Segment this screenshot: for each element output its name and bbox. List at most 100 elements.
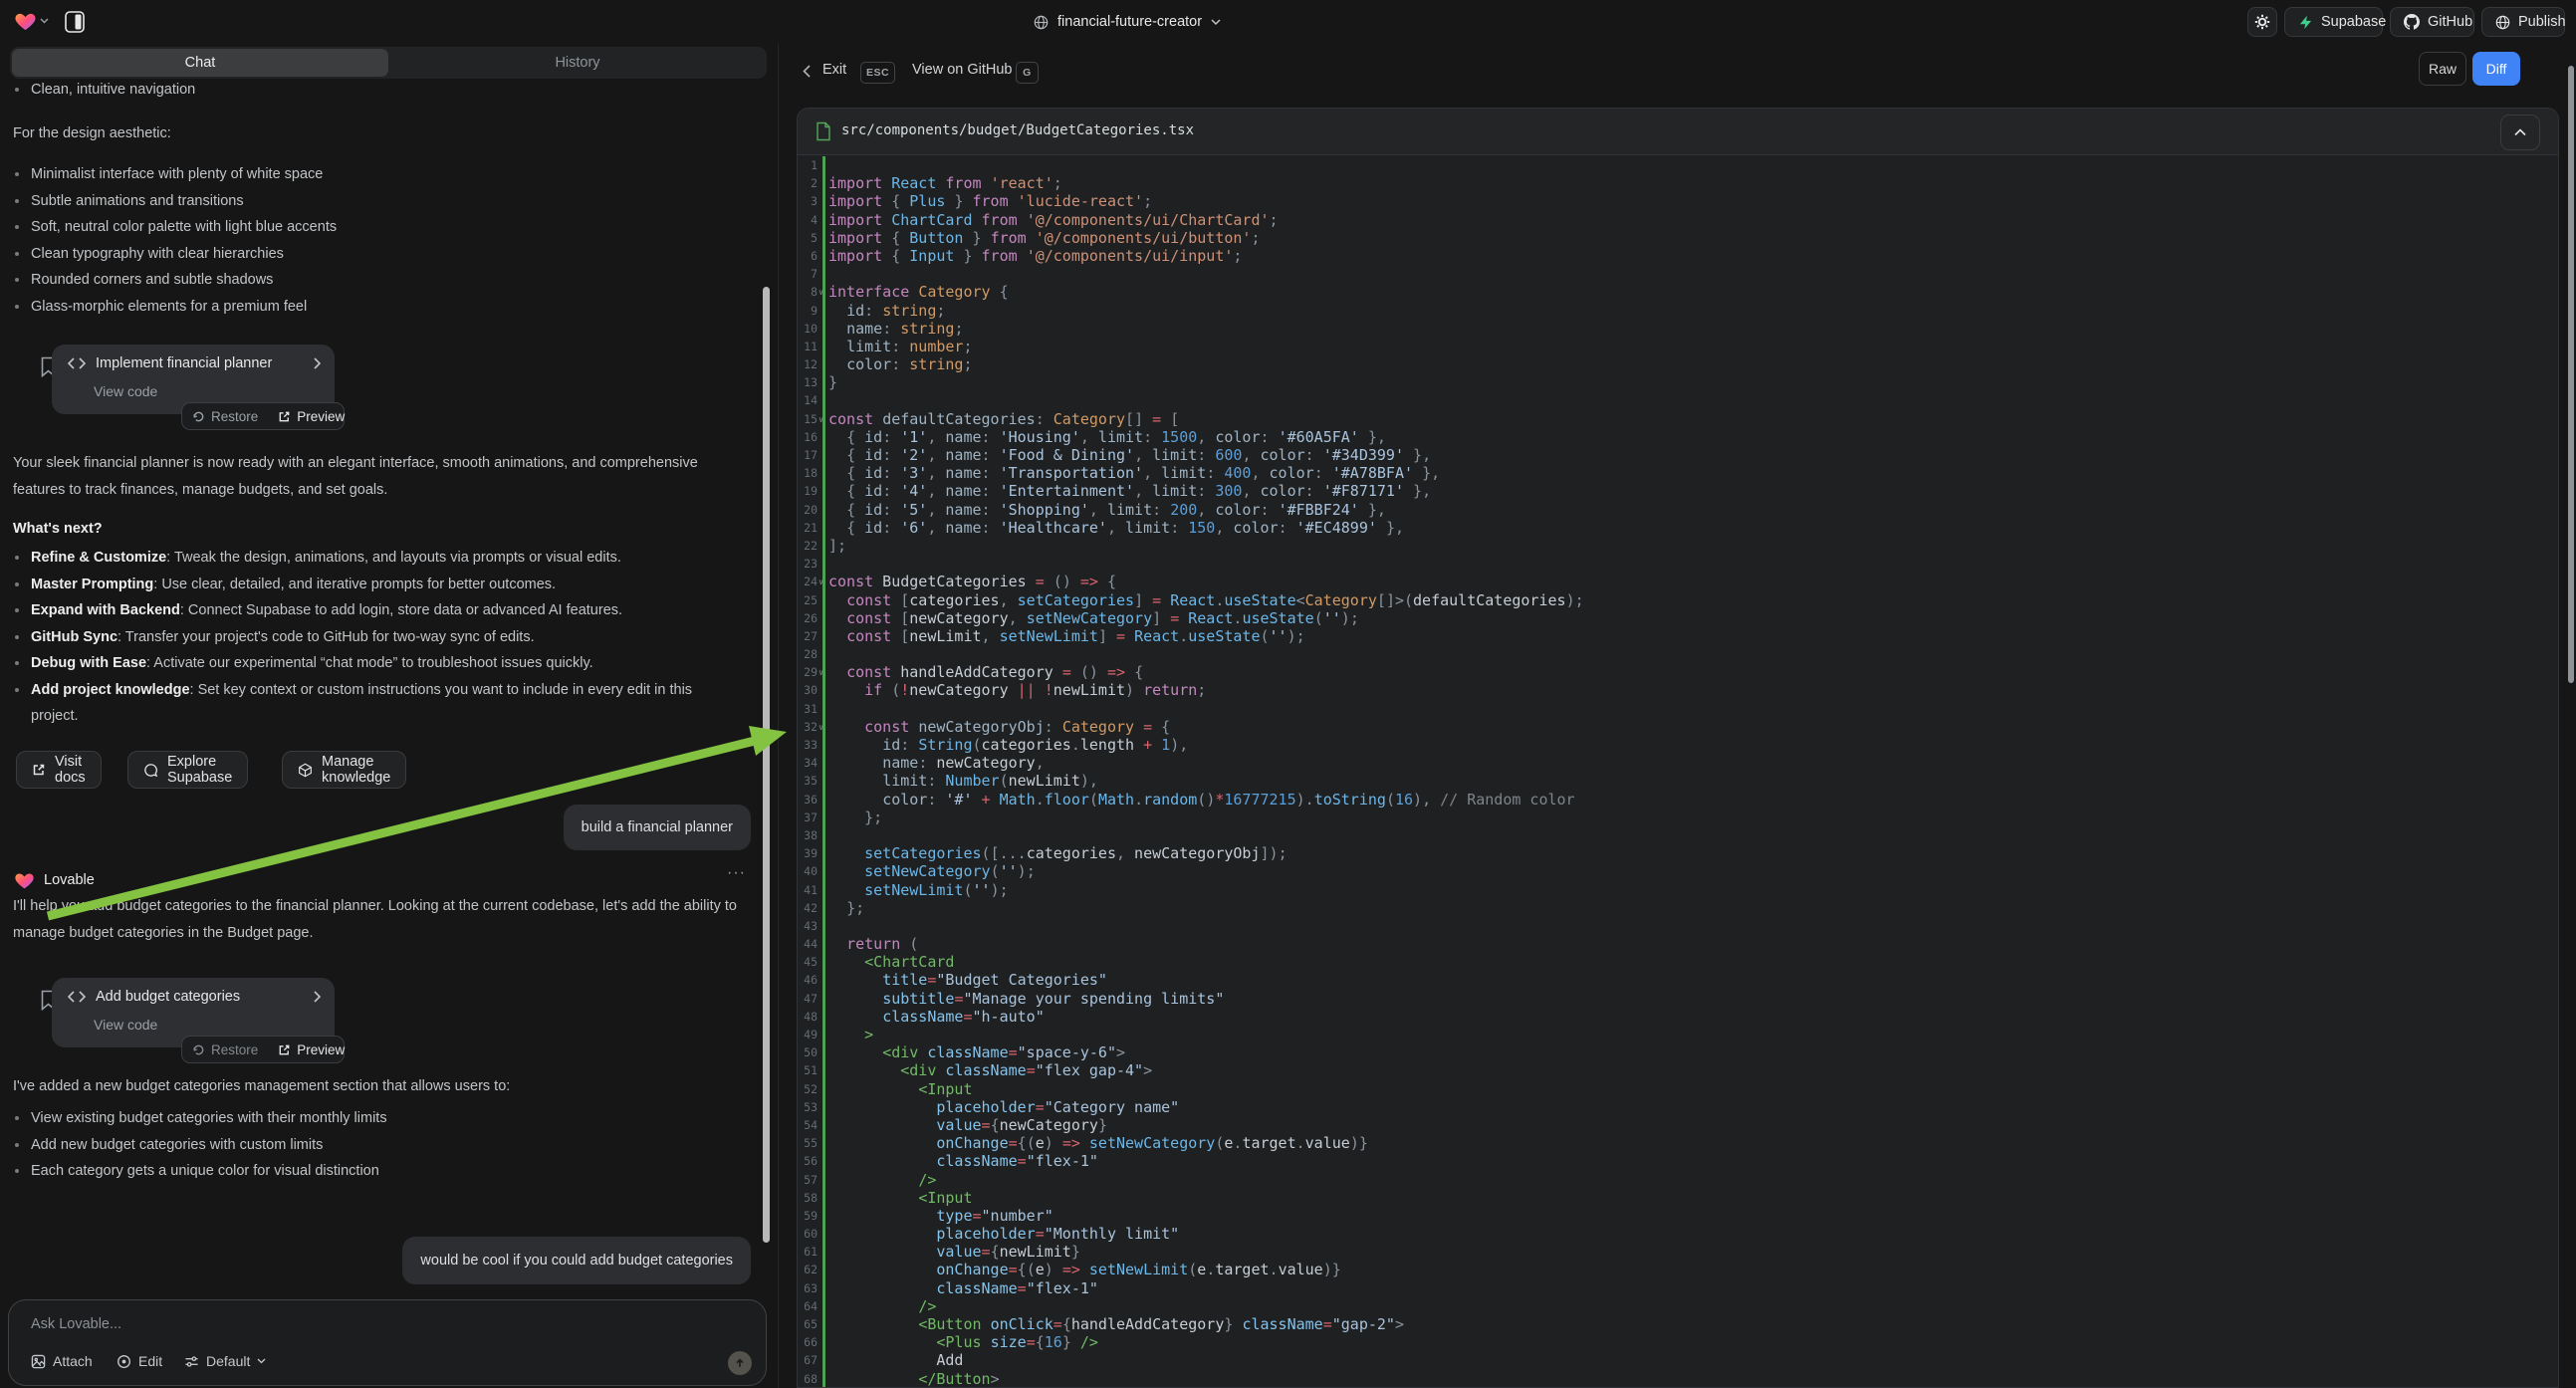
line-number: 35 bbox=[798, 772, 818, 790]
line-number: 14 bbox=[798, 391, 818, 409]
chevron-right-icon bbox=[314, 991, 321, 1003]
code-editor[interactable]: 12import React from 'react';3import { Pl… bbox=[798, 154, 2558, 1387]
page-scrollbar[interactable] bbox=[2568, 66, 2574, 683]
list-item: Soft, neutral color palette with light b… bbox=[0, 214, 737, 241]
project-selector[interactable]: financial-future-creator bbox=[1034, 0, 1221, 44]
code-line: 14 bbox=[798, 391, 2558, 409]
diff-added-gutter-bar bbox=[822, 156, 825, 1387]
explore-supabase-button[interactable]: Explore Supabase bbox=[127, 751, 248, 789]
line-number: 13 bbox=[798, 373, 818, 391]
code-line: 8∨interface Category { bbox=[798, 283, 2558, 301]
lovable-logo-icon[interactable] bbox=[14, 10, 37, 33]
list-item: Add new budget categories with custom li… bbox=[0, 1132, 717, 1159]
manage-knowledge-button[interactable]: Manage knowledge bbox=[282, 751, 406, 789]
code-line: 31 bbox=[798, 700, 2558, 718]
tab-chat[interactable]: Chat bbox=[12, 49, 388, 77]
code-line: 36 color: '#' + Math.floor(Math.random()… bbox=[798, 791, 2558, 809]
line-number: 46 bbox=[798, 971, 818, 989]
line-number: 17 bbox=[798, 446, 818, 464]
restore-button[interactable]: Restore bbox=[182, 1037, 268, 1062]
list-item: GitHub Sync: Transfer your project's cod… bbox=[0, 624, 717, 651]
send-button[interactable] bbox=[728, 1351, 752, 1375]
publish-label: Publish bbox=[2518, 14, 2566, 30]
code-line: 19 { id: '4', name: 'Entertainment', lim… bbox=[798, 482, 2558, 500]
line-number: 7 bbox=[798, 265, 818, 283]
tab-history[interactable]: History bbox=[390, 49, 765, 77]
line-number: 49 bbox=[798, 1026, 818, 1043]
line-number: 29 bbox=[798, 663, 818, 681]
line-number: 2 bbox=[798, 174, 818, 192]
line-number: 10 bbox=[798, 320, 818, 338]
line-number: 4 bbox=[798, 211, 818, 229]
supabase-button[interactable]: Supabase bbox=[2284, 7, 2383, 37]
line-number: 25 bbox=[798, 591, 818, 609]
preview-button[interactable]: Preview bbox=[268, 403, 354, 429]
code-line: 32∨ const newCategoryObj: Category = { bbox=[798, 718, 2558, 736]
line-number: 16 bbox=[798, 428, 818, 446]
line-number: 56 bbox=[798, 1152, 818, 1170]
code-line: 42 }; bbox=[798, 899, 2558, 917]
line-number: 51 bbox=[798, 1061, 818, 1079]
assistant-paragraph: I'll help you add budget categories to t… bbox=[13, 893, 750, 946]
code-line: 67 Add bbox=[798, 1351, 2558, 1369]
line-number: 24 bbox=[798, 573, 818, 590]
visit-docs-button[interactable]: Visit docs bbox=[16, 751, 102, 789]
code-line: 68 </Button> bbox=[798, 1370, 2558, 1387]
code-line: 57 /> bbox=[798, 1171, 2558, 1189]
list-item: Clean, intuitive navigation bbox=[0, 77, 737, 104]
view-on-github-link[interactable]: View on GitHub bbox=[912, 62, 1012, 78]
collapse-file-button[interactable] bbox=[2500, 115, 2540, 150]
logo-chevron-down-icon[interactable] bbox=[40, 18, 49, 24]
chat-composer[interactable]: Ask Lovable... Attach Edit Default bbox=[8, 1299, 767, 1386]
code-line: 16 { id: '1', name: 'Housing', limit: 15… bbox=[798, 428, 2558, 446]
code-line: 12 color: string; bbox=[798, 355, 2558, 373]
model-selector[interactable]: Default bbox=[184, 1353, 266, 1369]
publish-button[interactable]: Publish bbox=[2481, 7, 2565, 37]
attach-button[interactable]: Attach bbox=[31, 1353, 93, 1369]
view-code-link[interactable]: View code bbox=[94, 383, 157, 399]
edit-button[interactable]: Edit bbox=[117, 1353, 162, 1369]
file-path: src/components/budget/BudgetCategories.t… bbox=[841, 122, 1194, 138]
version-card-title: Add budget categories bbox=[96, 989, 240, 1005]
composer-placeholder: Ask Lovable... bbox=[31, 1316, 121, 1332]
line-number: 48 bbox=[798, 1008, 818, 1026]
settings-button[interactable] bbox=[2247, 7, 2277, 37]
code-line: 44 return ( bbox=[798, 935, 2558, 953]
line-number: 15 bbox=[798, 410, 818, 428]
code-line: 45 <ChartCard bbox=[798, 953, 2558, 971]
top-bar: financial-future-creator Supabase bbox=[0, 0, 2576, 45]
view-code-link[interactable]: View code bbox=[94, 1017, 157, 1033]
message-menu-ellipsis[interactable]: ··· bbox=[727, 864, 746, 882]
line-number: 57 bbox=[798, 1171, 818, 1189]
line-number: 47 bbox=[798, 990, 818, 1008]
line-number: 67 bbox=[798, 1351, 818, 1369]
github-label: GitHub bbox=[2428, 14, 2472, 30]
chat-scrollbar[interactable] bbox=[763, 287, 770, 1243]
chat-bubble-icon bbox=[143, 763, 158, 778]
line-number: 55 bbox=[798, 1134, 818, 1152]
back-chevron-icon[interactable] bbox=[803, 65, 811, 78]
list-item: Master Prompting: Use clear, detailed, a… bbox=[0, 572, 717, 598]
diff-toggle-button[interactable]: Diff bbox=[2472, 52, 2520, 86]
raw-toggle-button[interactable]: Raw bbox=[2419, 52, 2466, 86]
chat-history-tabs: Chat History bbox=[10, 47, 767, 79]
sidebar-toggle-icon[interactable] bbox=[64, 10, 86, 34]
github-button[interactable]: GitHub bbox=[2390, 7, 2474, 37]
line-number: 11 bbox=[798, 338, 818, 355]
code-line: 10 name: string; bbox=[798, 320, 2558, 338]
list-item: Rounded corners and subtle shadows bbox=[0, 267, 737, 294]
assistant-name: Lovable bbox=[44, 872, 95, 888]
preview-button[interactable]: Preview bbox=[268, 1037, 354, 1062]
line-number: 58 bbox=[798, 1189, 818, 1207]
restore-button[interactable]: Restore bbox=[182, 403, 268, 429]
project-name: financial-future-creator bbox=[1057, 14, 1202, 30]
code-line: 21 { id: '6', name: 'Healthcare', limit:… bbox=[798, 519, 2558, 537]
line-number: 34 bbox=[798, 754, 818, 772]
file-header[interactable]: src/components/budget/BudgetCategories.t… bbox=[798, 109, 2558, 155]
line-number: 31 bbox=[798, 700, 818, 718]
code-line: 26 const [newCategory, setNewCategory] =… bbox=[798, 609, 2558, 627]
line-number: 44 bbox=[798, 935, 818, 953]
code-line: 48 className="h-auto" bbox=[798, 1008, 2558, 1026]
exit-button[interactable]: Exit bbox=[822, 62, 846, 78]
assistant-paragraph: Your sleek financial planner is now read… bbox=[13, 450, 712, 503]
